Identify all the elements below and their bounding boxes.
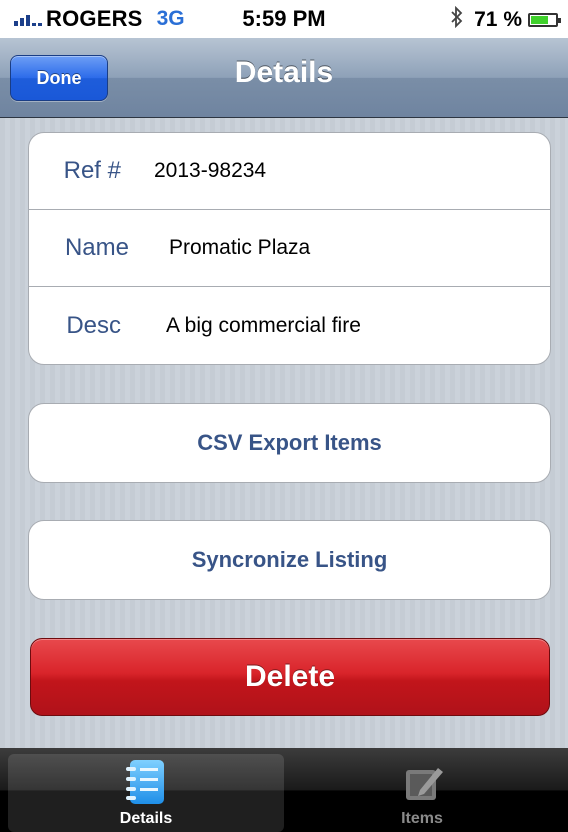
desc-label: Desc bbox=[66, 311, 121, 339]
desc-value[interactable]: A big commercial fire bbox=[166, 314, 361, 338]
tab-items[interactable]: Items bbox=[284, 754, 560, 832]
battery-fill bbox=[531, 16, 549, 24]
status-right: 71 % bbox=[450, 5, 561, 34]
status-bar: ROGERS 3G 5:59 PM 71 % bbox=[0, 0, 568, 38]
tab-bar: Details Items bbox=[0, 748, 568, 832]
name-row[interactable]: Name Promatic Plaza bbox=[29, 210, 550, 287]
network-type: 3G bbox=[156, 7, 185, 30]
delete-button[interactable]: Delete bbox=[30, 638, 550, 716]
nav-bar: Done Details bbox=[0, 38, 568, 118]
battery-percent: 71 % bbox=[474, 8, 522, 31]
details-fields-group: Ref # 2013-98234 Name Promatic Plaza Des… bbox=[28, 132, 551, 365]
ref-row[interactable]: Ref # 2013-98234 bbox=[29, 133, 550, 210]
notebook-icon bbox=[126, 760, 164, 804]
csv-export-button[interactable]: CSV Export Items bbox=[28, 403, 551, 483]
tab-items-label: Items bbox=[401, 810, 443, 827]
ref-value[interactable]: 2013-98234 bbox=[154, 159, 266, 183]
battery-icon bbox=[528, 13, 561, 27]
carrier-name: ROGERS bbox=[46, 6, 143, 31]
signal-icon bbox=[14, 12, 42, 26]
ref-label: Ref # bbox=[63, 157, 121, 184]
details-content: Ref # 2013-98234 Name Promatic Plaza Des… bbox=[0, 118, 568, 748]
name-value[interactable]: Promatic Plaza bbox=[169, 236, 310, 260]
tab-details[interactable]: Details bbox=[8, 754, 284, 832]
page-title: Details bbox=[234, 56, 334, 89]
name-label: Name bbox=[64, 234, 129, 261]
desc-row[interactable]: Desc A big commercial fire bbox=[29, 287, 550, 364]
bluetooth-icon bbox=[450, 5, 464, 34]
compose-icon bbox=[406, 768, 443, 800]
sync-listing-button[interactable]: Syncronize Listing bbox=[28, 520, 551, 600]
tab-details-label: Details bbox=[119, 810, 173, 827]
